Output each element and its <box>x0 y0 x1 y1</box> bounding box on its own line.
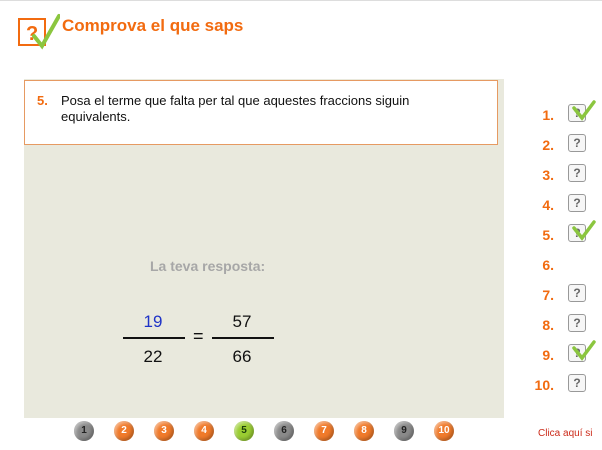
side-question-number: 9. <box>542 347 554 363</box>
side-question-number: 2. <box>542 137 554 153</box>
check-mark-icon <box>572 340 596 361</box>
side-question-7[interactable]: 7.? <box>520 284 600 306</box>
question-mark-icon: ? <box>568 164 586 182</box>
side-question-8[interactable]: 8.? <box>520 314 600 336</box>
pager-button-5[interactable]: 5 <box>234 421 254 441</box>
side-question-number: 3. <box>542 167 554 183</box>
pager-button-10[interactable]: 10 <box>434 421 454 441</box>
side-question-3[interactable]: 3.? <box>520 164 600 186</box>
check-mark-icon <box>572 220 596 241</box>
question-text: Posa el terme que falta per tal que aque… <box>61 93 410 124</box>
question-mark-icon: ? <box>568 374 586 392</box>
question-mark-icon: ? <box>568 284 586 302</box>
side-question-number: 1. <box>542 107 554 123</box>
side-question-number: 10. <box>534 377 554 393</box>
side-question-number: 5. <box>542 227 554 243</box>
header: ? Comprova el que saps <box>0 0 602 58</box>
side-question-number: 8. <box>542 317 554 333</box>
right-denominator: 66 <box>232 347 252 366</box>
help-link[interactable]: Clica aquí si <box>538 428 592 439</box>
side-question-2[interactable]: 2.? <box>520 134 600 156</box>
left-numerator-input[interactable]: 19 <box>123 312 183 332</box>
pager-button-3[interactable]: 3 <box>154 421 174 441</box>
right-numerator: 57 <box>232 312 252 331</box>
pager-button-8[interactable]: 8 <box>354 421 374 441</box>
side-question-10[interactable]: 10.? <box>520 374 600 396</box>
side-question-number: 4. <box>542 197 554 213</box>
pager-button-6[interactable]: 6 <box>274 421 294 441</box>
side-question-5[interactable]: 5.? <box>520 220 600 246</box>
left-fraction-bar <box>123 337 185 339</box>
pager-button-2[interactable]: 2 <box>114 421 134 441</box>
side-question-number: 6. <box>542 257 554 273</box>
question-mark-icon: ? <box>568 194 586 212</box>
side-question-9[interactable]: 9.? <box>520 340 600 366</box>
question-number: 5. <box>37 93 48 108</box>
side-question-1[interactable]: 1.? <box>520 100 600 126</box>
question-mark-icon: ? <box>568 134 586 152</box>
question-box: 5. Posa el terme que falta per tal que a… <box>24 80 498 145</box>
pager-button-7[interactable]: 7 <box>314 421 334 441</box>
pager-button-1[interactable]: 1 <box>74 421 94 441</box>
side-question-number: 7. <box>542 287 554 303</box>
page-title: Comprova el que saps <box>62 16 244 35</box>
check-mark-icon <box>572 100 596 121</box>
quiz-check-logo-icon: ? <box>18 14 60 50</box>
right-fraction-bar <box>212 337 274 339</box>
equals-sign: = <box>193 326 204 346</box>
answer-label: La teva resposta: <box>150 258 266 274</box>
side-question-4[interactable]: 4.? <box>520 194 600 216</box>
question-mark-icon: ? <box>568 314 586 332</box>
side-question-6[interactable]: 6. <box>520 254 600 276</box>
pager-button-9[interactable]: 9 <box>394 421 414 441</box>
left-denominator: 22 <box>143 347 163 366</box>
pager-button-4[interactable]: 4 <box>194 421 214 441</box>
